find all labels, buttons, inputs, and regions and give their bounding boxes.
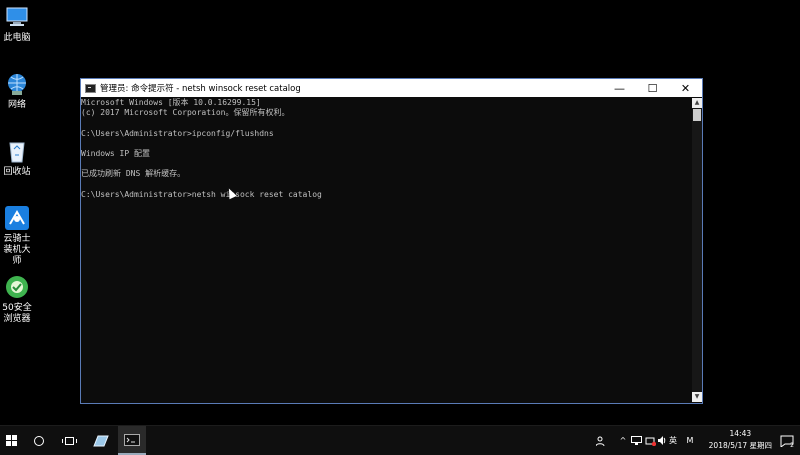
desktop-icon-label: 网络 [7,100,26,110]
taskbar-app-notepad[interactable] [88,426,114,455]
window-title: 管理员: 命令提示符 - netsh winsock reset catalog [100,84,301,94]
console-line: 已成功刷新 DNS 解析缓存。 [81,169,186,179]
ime-language-indicator[interactable]: 英 [666,426,680,455]
recycle-bin-icon [4,138,30,164]
browser-icon [4,274,30,300]
taskbar-clock[interactable]: 14:43 2018/5/17 星期四 [709,428,772,452]
desktop-icon-label: 云骑士装机大师 [3,234,31,266]
desktop-icon-network[interactable]: 网络 [0,71,34,111]
console-output[interactable]: Microsoft Windows [版本 10.0.16299.15] (c)… [81,98,691,403]
yunqishi-icon [4,205,30,231]
task-view-icon [61,436,77,445]
show-hidden-icons-chevron-icon[interactable]: ^ [617,426,629,455]
scroll-thumb[interactable] [693,109,701,121]
desktop-icon-recycle-bin[interactable]: 回收站 [0,138,34,178]
taskbar-app-cmd[interactable] [118,426,146,455]
maximize-button[interactable]: ☐ [636,79,669,97]
desktop-icon-label: 回收站 [3,167,31,177]
windows-logo-icon [5,435,17,446]
desktop-icon-computer[interactable]: 此电脑 [0,4,34,44]
console-line: Microsoft Windows [版本 10.0.16299.15] [81,98,261,107]
console-line: C:\Users\Administrator>ipconfig/flushdns [81,128,274,138]
warning-tray-icon[interactable] [644,426,656,455]
console-line: C:\Users\Administrator>netsh winsock res… [81,189,322,199]
scroll-down-arrow-icon[interactable]: ▼ [692,392,702,402]
clock-date: 2018/5/17 星期四 [708,441,772,450]
search-button[interactable] [28,426,50,455]
notepad-icon [93,435,109,446]
action-center-button[interactable]: 2 [776,426,798,455]
console-line: (c) 2017 Microsoft Corporation。保留所有权利。 [81,108,290,118]
command-prompt-window[interactable]: 管理员: 命令提示符 - netsh winsock reset catalog… [80,78,703,404]
people-icon[interactable] [593,426,609,455]
vertical-scrollbar[interactable]: ▲ ▼ [692,98,702,402]
notification-count: 2 [790,442,794,449]
window-titlebar[interactable]: 管理员: 命令提示符 - netsh winsock reset catalog… [81,79,702,97]
taskbar: ^ 英 M 14:43 2018/5/17 星期四 2 [0,425,800,455]
console-line: Windows IP 配置 [81,148,150,158]
desktop-icon-label: 此电脑 [3,33,31,43]
scroll-up-arrow-icon[interactable]: ▲ [692,98,702,108]
start-button[interactable] [0,426,22,455]
network-icon [4,71,30,97]
minimize-button[interactable]: — [603,79,636,97]
desktop-icon-browser[interactable]: 50安全浏览器 [0,274,34,325]
clock-time: 14:43 [729,429,752,438]
desktop-icon-label: 50安全浏览器 [2,303,32,324]
desktop-icon-yunqishi[interactable]: 云骑士装机大师 [0,205,34,267]
computer-icon [4,4,30,30]
cmd-icon [85,83,96,93]
close-button[interactable]: ✕ [669,79,702,97]
ime-mode-indicator[interactable]: M [684,426,696,455]
cortana-icon [34,435,44,446]
cmd-icon [124,433,140,446]
network-tray-icon[interactable] [630,426,642,455]
task-view-button[interactable] [58,426,80,455]
